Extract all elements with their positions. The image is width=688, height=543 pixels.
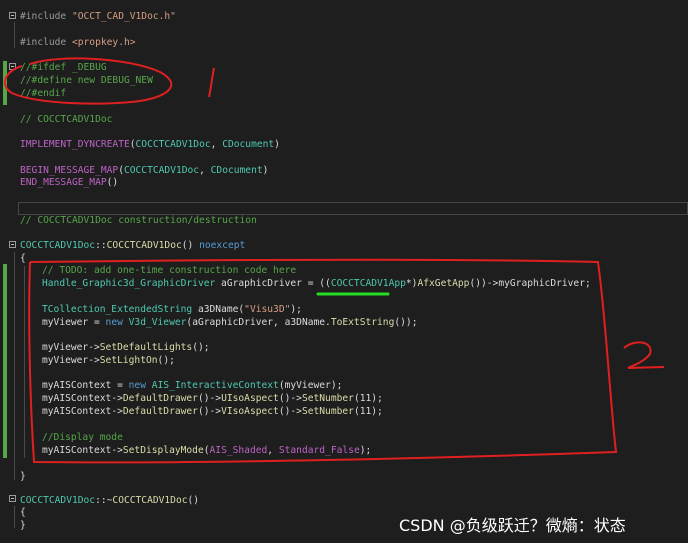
code-line: Handle_Graphic3d_GraphicDriver aGraphicD… — [42, 278, 591, 289]
fold-toggle-icon[interactable] — [9, 241, 16, 248]
indent-guide — [24, 266, 25, 458]
indent-guide — [14, 252, 15, 480]
watermark: CSDN @负级跃迁？微熵：状态 — [399, 516, 626, 535]
change-indicator — [3, 61, 7, 105]
fold-toggle-icon[interactable] — [9, 495, 16, 502]
change-indicator — [3, 264, 7, 458]
code-line: // TODO: add one-time construction code … — [42, 265, 297, 276]
code-line: } — [20, 471, 26, 482]
code-line: // COCCTCADV1Doc construction/destructio… — [20, 215, 257, 226]
code-line: //#ifdef _DEBUG — [20, 62, 107, 73]
code-line: TCollection_ExtendedString a3DName("Visu… — [42, 304, 302, 315]
code-line: myAISContext->DefaultDrawer()->VIsoAspec… — [42, 406, 383, 417]
code-line: myAISContext->SetDisplayMode(AIS_Shaded,… — [42, 445, 372, 456]
code-line: myAISContext->DefaultDrawer()->UIsoAspec… — [42, 393, 383, 404]
code-line: myViewer->SetLightOn(); — [42, 355, 175, 366]
code-line: IMPLEMENT_DYNCREATE(COCCTCADV1Doc, CDocu… — [20, 139, 280, 150]
indent-guide — [14, 22, 15, 48]
code-line: { — [20, 253, 26, 264]
code-line: COCCTCADV1Doc::COCCTCADV1Doc() noexcept — [20, 240, 246, 251]
code-line: #include "OCCT_CAD_V1Doc.h" — [20, 11, 176, 22]
fold-toggle-icon[interactable] — [9, 63, 16, 70]
code-line: END_MESSAGE_MAP() — [20, 177, 119, 188]
code-line: myAISContext = new AIS_InteractiveContex… — [42, 380, 343, 391]
code-line: { — [20, 507, 26, 518]
code-line: // COCCTCADV1Doc — [20, 114, 113, 125]
code-line: #include <propkey.h> — [20, 37, 136, 48]
indent-guide — [14, 506, 15, 528]
code-line: //#endif — [20, 88, 67, 99]
code-line: myViewer->SetDefaultLights(); — [42, 342, 210, 353]
code-line: myViewer = new V3d_Viewer(aGraphicDriver… — [42, 317, 418, 328]
code-line: COCCTCADV1Doc::~COCCTCADV1Doc() — [20, 495, 200, 506]
code-editor[interactable]: #include "OCCT_CAD_V1Doc.h" #include <pr… — [0, 0, 688, 543]
fold-toggle-icon[interactable] — [9, 12, 16, 19]
code-line: BEGIN_MESSAGE_MAP(COCCTCADV1Doc, CDocume… — [20, 165, 269, 176]
code-line: } — [20, 520, 26, 531]
current-line-highlight — [18, 202, 688, 215]
code-line: //#define new DEBUG_NEW — [20, 75, 153, 86]
code-line: //Display mode — [42, 432, 123, 443]
